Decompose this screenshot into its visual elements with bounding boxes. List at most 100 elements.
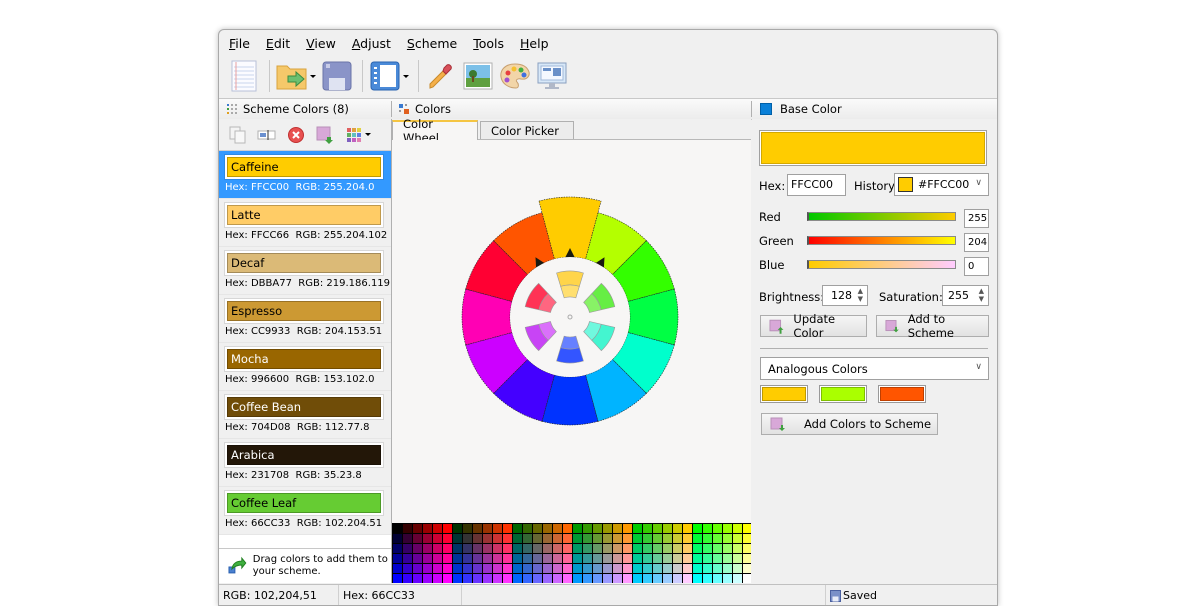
palette-cell[interactable]	[393, 534, 402, 543]
palette-cell[interactable]	[633, 534, 642, 543]
palette-cell[interactable]	[443, 564, 452, 573]
palette-cell[interactable]	[523, 554, 532, 563]
palette-cell[interactable]	[603, 564, 612, 573]
palette-cell[interactable]	[593, 564, 602, 573]
palette-cell[interactable]	[713, 524, 722, 533]
palette-cell[interactable]	[553, 544, 562, 553]
palette-cell[interactable]	[663, 534, 672, 543]
palette-cell[interactable]	[673, 544, 682, 553]
palette-cell[interactable]	[403, 574, 412, 583]
palette-cell[interactable]	[543, 544, 552, 553]
palette-cell[interactable]	[393, 554, 402, 563]
harmony-swatch[interactable]	[760, 385, 808, 403]
inner-segment-outer[interactable]	[556, 347, 584, 364]
scheme-color-swatch[interactable]: Decaf	[224, 250, 384, 276]
palette-cell[interactable]	[633, 544, 642, 553]
color-grid-button[interactable]	[343, 124, 365, 146]
scheme-color-item[interactable]: Decaf Hex: DBBA77 RGB: 219.186.119	[219, 247, 391, 295]
saturation-spinner[interactable]: 255 ▲ ▼	[942, 285, 989, 306]
palette-cell[interactable]	[723, 564, 732, 573]
scheme-color-item[interactable]: Caffeine Hex: FFCC00 RGB: 255.204.0	[219, 151, 391, 199]
palette-cell[interactable]	[583, 534, 592, 543]
palette-cell[interactable]	[403, 524, 412, 533]
palette-cell[interactable]	[743, 544, 751, 553]
palette-cell[interactable]	[673, 554, 682, 563]
palette-cell[interactable]	[703, 554, 712, 563]
palette-cell[interactable]	[503, 564, 512, 573]
palette-cell[interactable]	[583, 544, 592, 553]
harmony-swatch[interactable]	[819, 385, 867, 403]
palette-cell[interactable]	[593, 524, 602, 533]
scheme-color-swatch[interactable]: Espresso	[224, 298, 384, 324]
palette-cell[interactable]	[503, 554, 512, 563]
palette-cell[interactable]	[723, 574, 732, 583]
palette-cell[interactable]	[583, 554, 592, 563]
palette-cell[interactable]	[653, 564, 662, 573]
palette-cell[interactable]	[703, 564, 712, 573]
inner-segment-outer[interactable]	[556, 270, 584, 287]
palette-cell[interactable]	[693, 524, 702, 533]
image-button[interactable]	[461, 59, 495, 93]
palette-cell[interactable]	[563, 524, 572, 533]
palette-cell[interactable]	[393, 544, 402, 553]
palette-cell[interactable]	[603, 524, 612, 533]
palette-cell[interactable]	[743, 554, 751, 563]
palette-cell[interactable]	[503, 544, 512, 553]
palette-cell[interactable]	[713, 544, 722, 553]
palette-cell[interactable]	[453, 534, 462, 543]
palette-cell[interactable]	[423, 524, 432, 533]
palette-cell[interactable]	[433, 524, 442, 533]
new-document-button[interactable]	[227, 59, 261, 93]
palette-cell[interactable]	[723, 544, 732, 553]
palette-cell[interactable]	[633, 524, 642, 533]
palette-cell[interactable]	[483, 534, 492, 543]
tab-color-wheel[interactable]: Color Wheel	[392, 117, 478, 145]
palette-cell[interactable]	[703, 544, 712, 553]
tab-color-picker[interactable]: Color Picker	[480, 121, 574, 139]
palette-cell[interactable]	[503, 524, 512, 533]
open-button[interactable]	[275, 59, 309, 93]
palette-cell[interactable]	[743, 534, 751, 543]
palette-cell[interactable]	[653, 534, 662, 543]
scheme-color-item[interactable]: Mocha Hex: 996600 RGB: 153.102.0	[219, 343, 391, 391]
palette-cell[interactable]	[583, 524, 592, 533]
inner-segment-inner[interactable]	[560, 335, 580, 350]
palette-cell[interactable]	[433, 564, 442, 573]
palette-cell[interactable]	[543, 534, 552, 543]
palette-cell[interactable]	[513, 554, 522, 563]
palette-cell[interactable]	[623, 544, 632, 553]
hex-input[interactable]: FFCC00	[787, 174, 846, 196]
palette-cell[interactable]	[533, 574, 542, 583]
palette-cell[interactable]	[423, 564, 432, 573]
harmony-swatch[interactable]	[878, 385, 926, 403]
palette-cell[interactable]	[413, 534, 422, 543]
palette-cell[interactable]	[593, 574, 602, 583]
palette-cell[interactable]	[513, 544, 522, 553]
palette-cell[interactable]	[463, 544, 472, 553]
palette-cell[interactable]	[603, 534, 612, 543]
delete-button[interactable]	[285, 124, 307, 146]
palette-cell[interactable]	[723, 554, 732, 563]
open-dropdown-arrow[interactable]	[310, 74, 316, 78]
scheme-color-item[interactable]: Latte Hex: FFCC66 RGB: 255.204.102	[219, 199, 391, 247]
palette-cell[interactable]	[593, 534, 602, 543]
red-input[interactable]: 255	[964, 209, 989, 228]
palette-cell[interactable]	[513, 534, 522, 543]
palette-cell[interactable]	[693, 574, 702, 583]
palette-cell[interactable]	[393, 564, 402, 573]
palette-cell[interactable]	[663, 524, 672, 533]
palette-cell[interactable]	[633, 554, 642, 563]
screen-button[interactable]	[535, 59, 569, 93]
menu-edit[interactable]: Edit	[266, 36, 290, 51]
palette-cell[interactable]	[623, 534, 632, 543]
palette-cell[interactable]	[713, 574, 722, 583]
palette-cell[interactable]	[643, 544, 652, 553]
palette-cell[interactable]	[673, 524, 682, 533]
palette-cell[interactable]	[393, 524, 402, 533]
palette-cell[interactable]	[443, 554, 452, 563]
green-slider[interactable]	[807, 236, 956, 245]
palette-cell[interactable]	[413, 564, 422, 573]
palette-cell[interactable]	[593, 544, 602, 553]
palette-cell[interactable]	[453, 574, 462, 583]
scheme-color-item[interactable]: Coffee Leaf Hex: 66CC33 RGB: 102.204.51	[219, 487, 391, 535]
